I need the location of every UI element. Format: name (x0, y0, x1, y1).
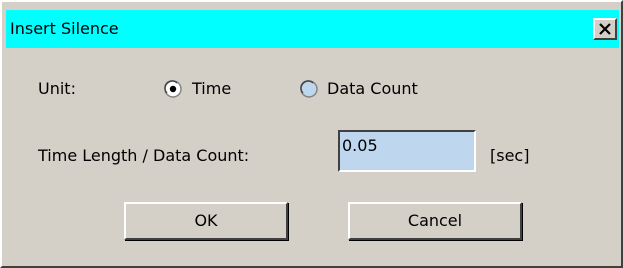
close-button[interactable] (593, 18, 617, 40)
ok-button-label: OK (194, 211, 218, 230)
length-input[interactable]: 0.05 (338, 130, 476, 172)
cancel-button-label: Cancel (407, 211, 463, 230)
insert-silence-dialog: Insert Silence Unit: Time Data Count Tim… (0, 0, 623, 268)
cancel-button[interactable]: Cancel (348, 202, 522, 240)
window-title: Insert Silence (10, 19, 119, 38)
radio-time[interactable] (164, 80, 182, 98)
length-input-value: 0.05 (342, 136, 378, 155)
title-bar[interactable]: Insert Silence (6, 10, 619, 48)
radio-data-count[interactable] (300, 80, 318, 98)
length-label: Time Length / Data Count: (38, 146, 250, 165)
close-icon (599, 23, 611, 35)
radio-data-count-label[interactable]: Data Count (327, 79, 418, 99)
ok-button[interactable]: OK (124, 202, 288, 240)
unit-sec-label: [sec] (490, 146, 530, 165)
radio-time-label[interactable]: Time (192, 79, 231, 99)
radio-dot-time (169, 85, 177, 93)
unit-label: Unit: (38, 79, 76, 98)
